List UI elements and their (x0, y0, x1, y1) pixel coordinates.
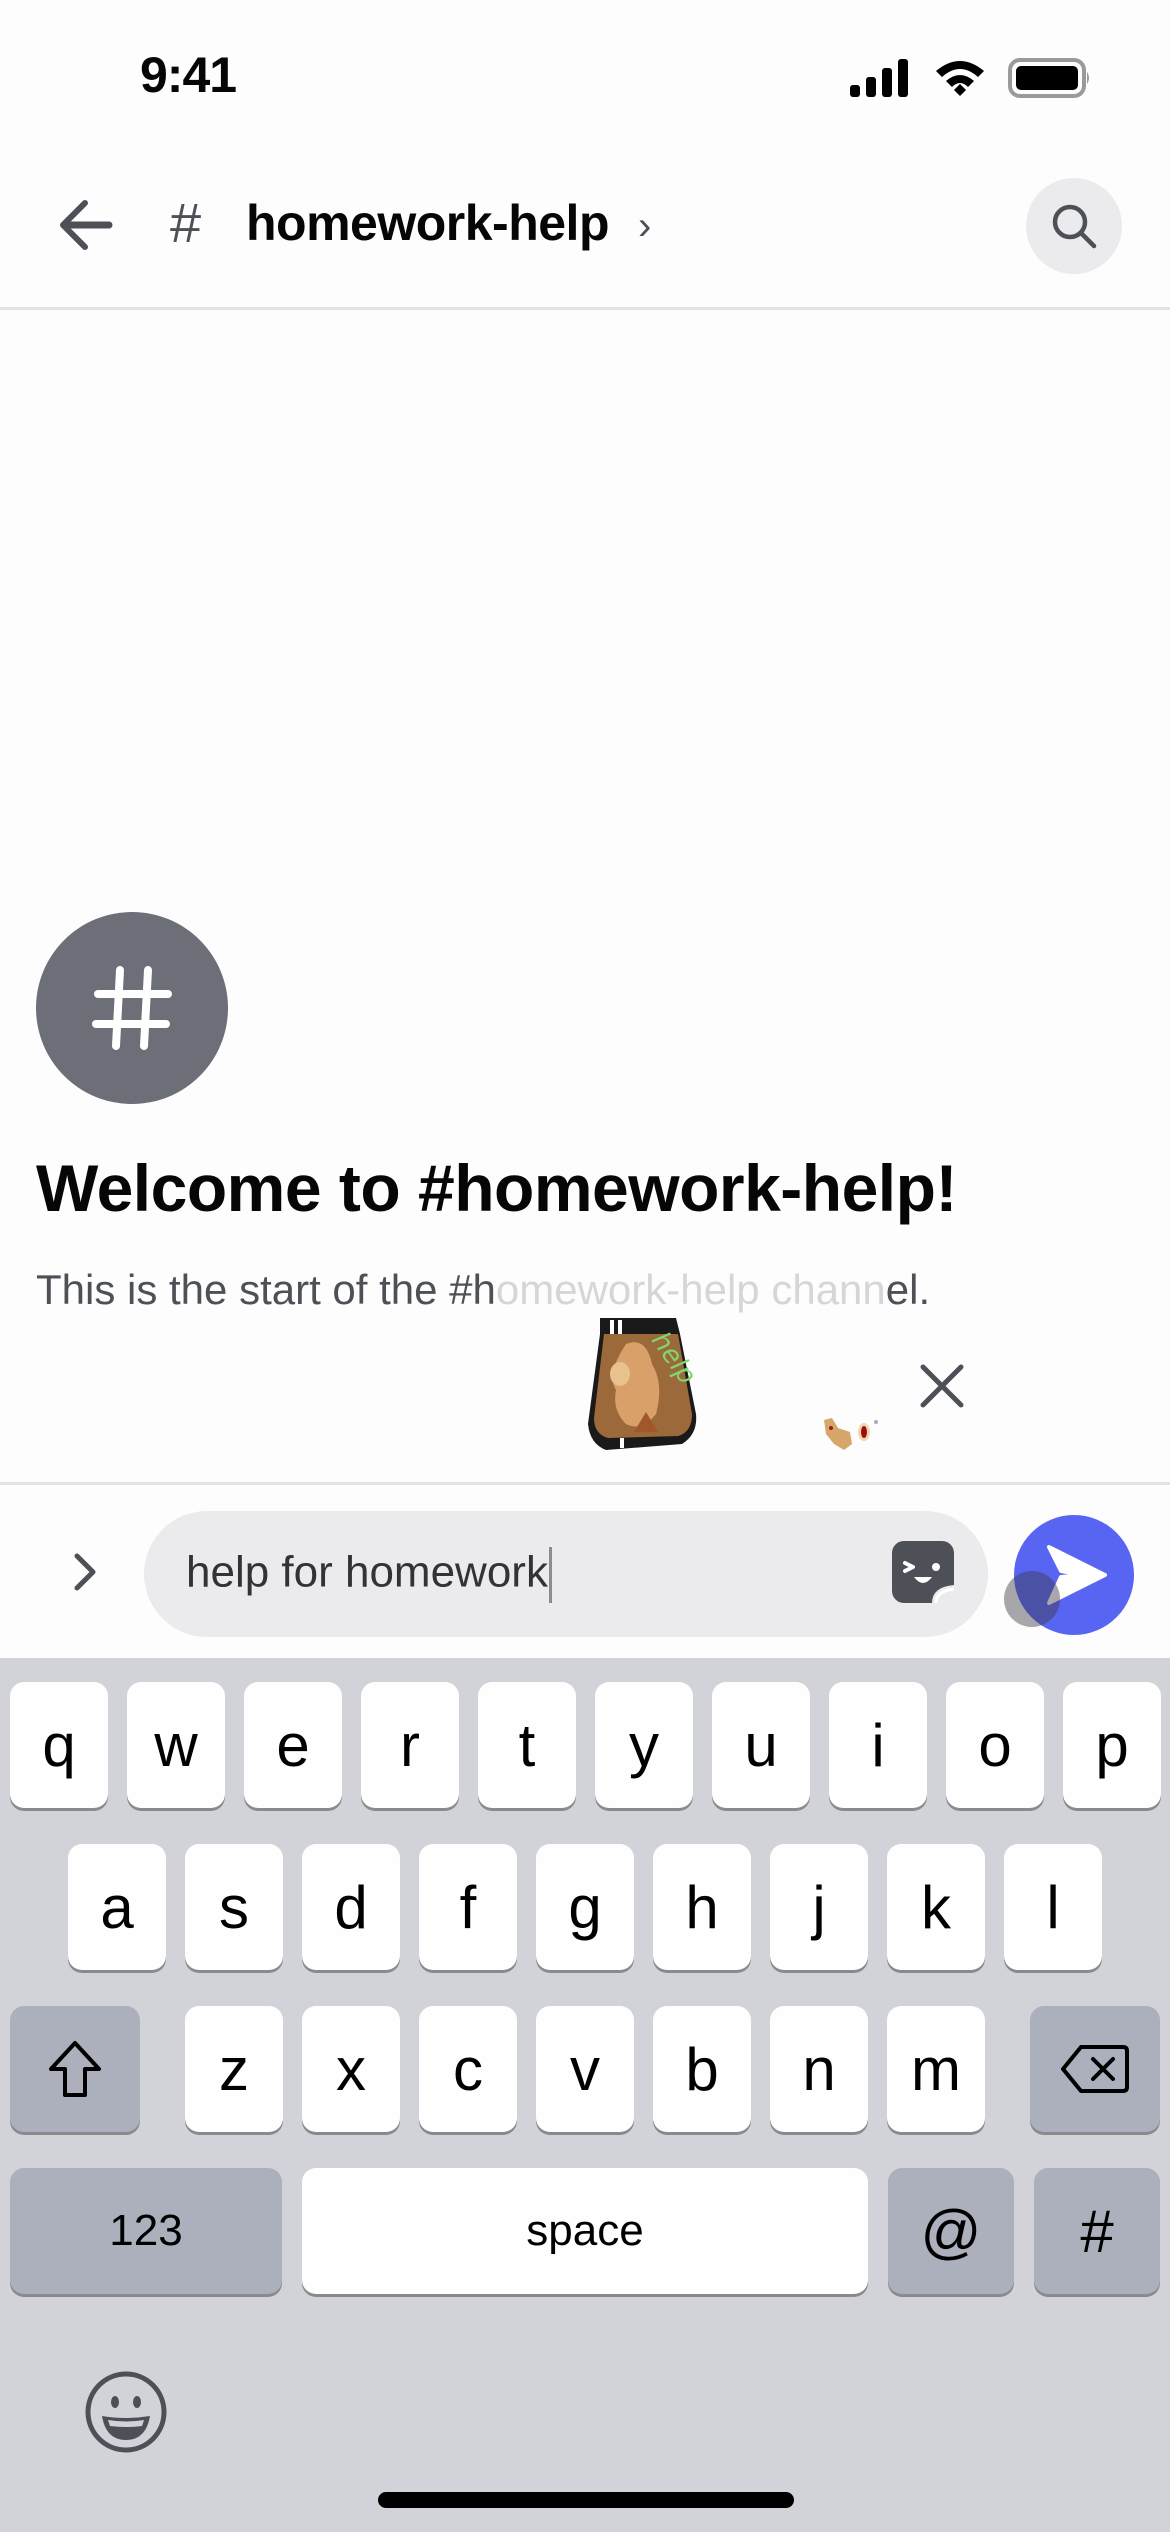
sticker-suggestion-small[interactable] (820, 1410, 880, 1460)
key-w[interactable]: w (127, 1682, 225, 1808)
backspace-key[interactable] (1030, 2006, 1160, 2132)
message-input-text: help for homework (186, 1547, 548, 1597)
key-o[interactable]: o (946, 1682, 1044, 1808)
key-d[interactable]: d (302, 1844, 400, 1970)
touch-indicator (1004, 1571, 1060, 1627)
key-k[interactable]: k (887, 1844, 985, 1970)
welcome-desc-text: This is the start of the #h (36, 1266, 496, 1313)
message-input[interactable]: help for homework (144, 1511, 988, 1637)
key-u[interactable]: u (712, 1682, 810, 1808)
emoji-keyboard-button[interactable] (84, 2370, 168, 2454)
status-bar: 9:41 (0, 0, 1170, 150)
wifi-icon (936, 61, 984, 96)
key-m[interactable]: m (887, 2006, 985, 2132)
sticker-picker-button[interactable] (892, 1541, 955, 1604)
at-key[interactable]: @ (888, 2168, 1014, 2294)
key-c[interactable]: c (419, 2006, 517, 2132)
numbers-key[interactable]: 123 (10, 2168, 282, 2294)
key-x[interactable]: x (302, 2006, 400, 2132)
message-composer: help for homework (0, 1482, 1170, 1658)
channel-title[interactable]: homework-help (246, 194, 609, 252)
sticker-suggestion-help[interactable]: help (586, 1314, 702, 1454)
emoji-icon (85, 2371, 167, 2453)
key-a[interactable]: a (68, 1844, 166, 1970)
status-icons (850, 58, 1092, 98)
key-n[interactable]: n (770, 2006, 868, 2132)
arrow-left-icon (60, 200, 113, 250)
key-l[interactable]: l (1004, 1844, 1102, 1970)
key-p[interactable]: p (1063, 1682, 1161, 1808)
key-i[interactable]: i (829, 1682, 927, 1808)
close-icon (920, 1364, 964, 1408)
key-j[interactable]: j (770, 1844, 868, 1970)
welcome-description: This is the start of the #homework-help … (36, 1266, 930, 1314)
channel-avatar (36, 912, 228, 1104)
backspace-icon (1061, 2045, 1129, 2093)
channel-header: # homework-help › (0, 160, 1170, 310)
key-e[interactable]: e (244, 1682, 342, 1808)
message-input-value[interactable]: help for homework (186, 1547, 552, 1603)
keyboard: q w e r t y u i o p a s d f g h j k l z … (0, 1658, 1170, 2532)
key-h[interactable]: h (653, 1844, 751, 1970)
expand-actions-button[interactable] (60, 1537, 110, 1607)
key-f[interactable]: f (419, 1844, 517, 1970)
search-button[interactable] (1026, 178, 1122, 274)
sticker-icon (903, 1561, 955, 1604)
space-key[interactable]: space (302, 2168, 868, 2294)
key-t[interactable]: t (478, 1682, 576, 1808)
shift-key[interactable] (10, 2006, 140, 2132)
back-button[interactable] (50, 190, 120, 260)
shift-icon (49, 2041, 101, 2097)
home-indicator[interactable] (378, 2492, 794, 2508)
chevron-right-icon[interactable]: › (638, 204, 651, 249)
welcome-desc-end: el. (885, 1266, 931, 1313)
key-r[interactable]: r (361, 1682, 459, 1808)
text-caret (548, 1547, 552, 1603)
key-z[interactable]: z (185, 2006, 283, 2132)
key-y[interactable]: y (595, 1682, 693, 1808)
welcome-desc-faded: omework-help chann (495, 1266, 886, 1313)
cellular-signal-icon (850, 59, 908, 97)
key-b[interactable]: b (653, 2006, 751, 2132)
status-time: 9:41 (140, 47, 237, 103)
discord-channel-screen: 9:41 # homework-help › Welcome to #homew… (0, 0, 1170, 2532)
search-icon (1052, 204, 1097, 249)
welcome-title: Welcome to #homework-help! (36, 1151, 957, 1225)
close-sticker-suggestions-button[interactable] (912, 1356, 972, 1416)
help-sticker-image: help (588, 1318, 702, 1450)
hash-icon (92, 966, 172, 1050)
key-q[interactable]: q (10, 1682, 108, 1808)
small-sticker-image (824, 1418, 878, 1450)
channel-hash-icon: # (170, 191, 202, 254)
hash-key[interactable]: # (1034, 2168, 1160, 2294)
key-v[interactable]: v (536, 2006, 634, 2132)
key-s[interactable]: s (185, 1844, 283, 1970)
chevron-right-icon (74, 1553, 96, 1591)
key-g[interactable]: g (536, 1844, 634, 1970)
battery-icon (1008, 58, 1089, 98)
